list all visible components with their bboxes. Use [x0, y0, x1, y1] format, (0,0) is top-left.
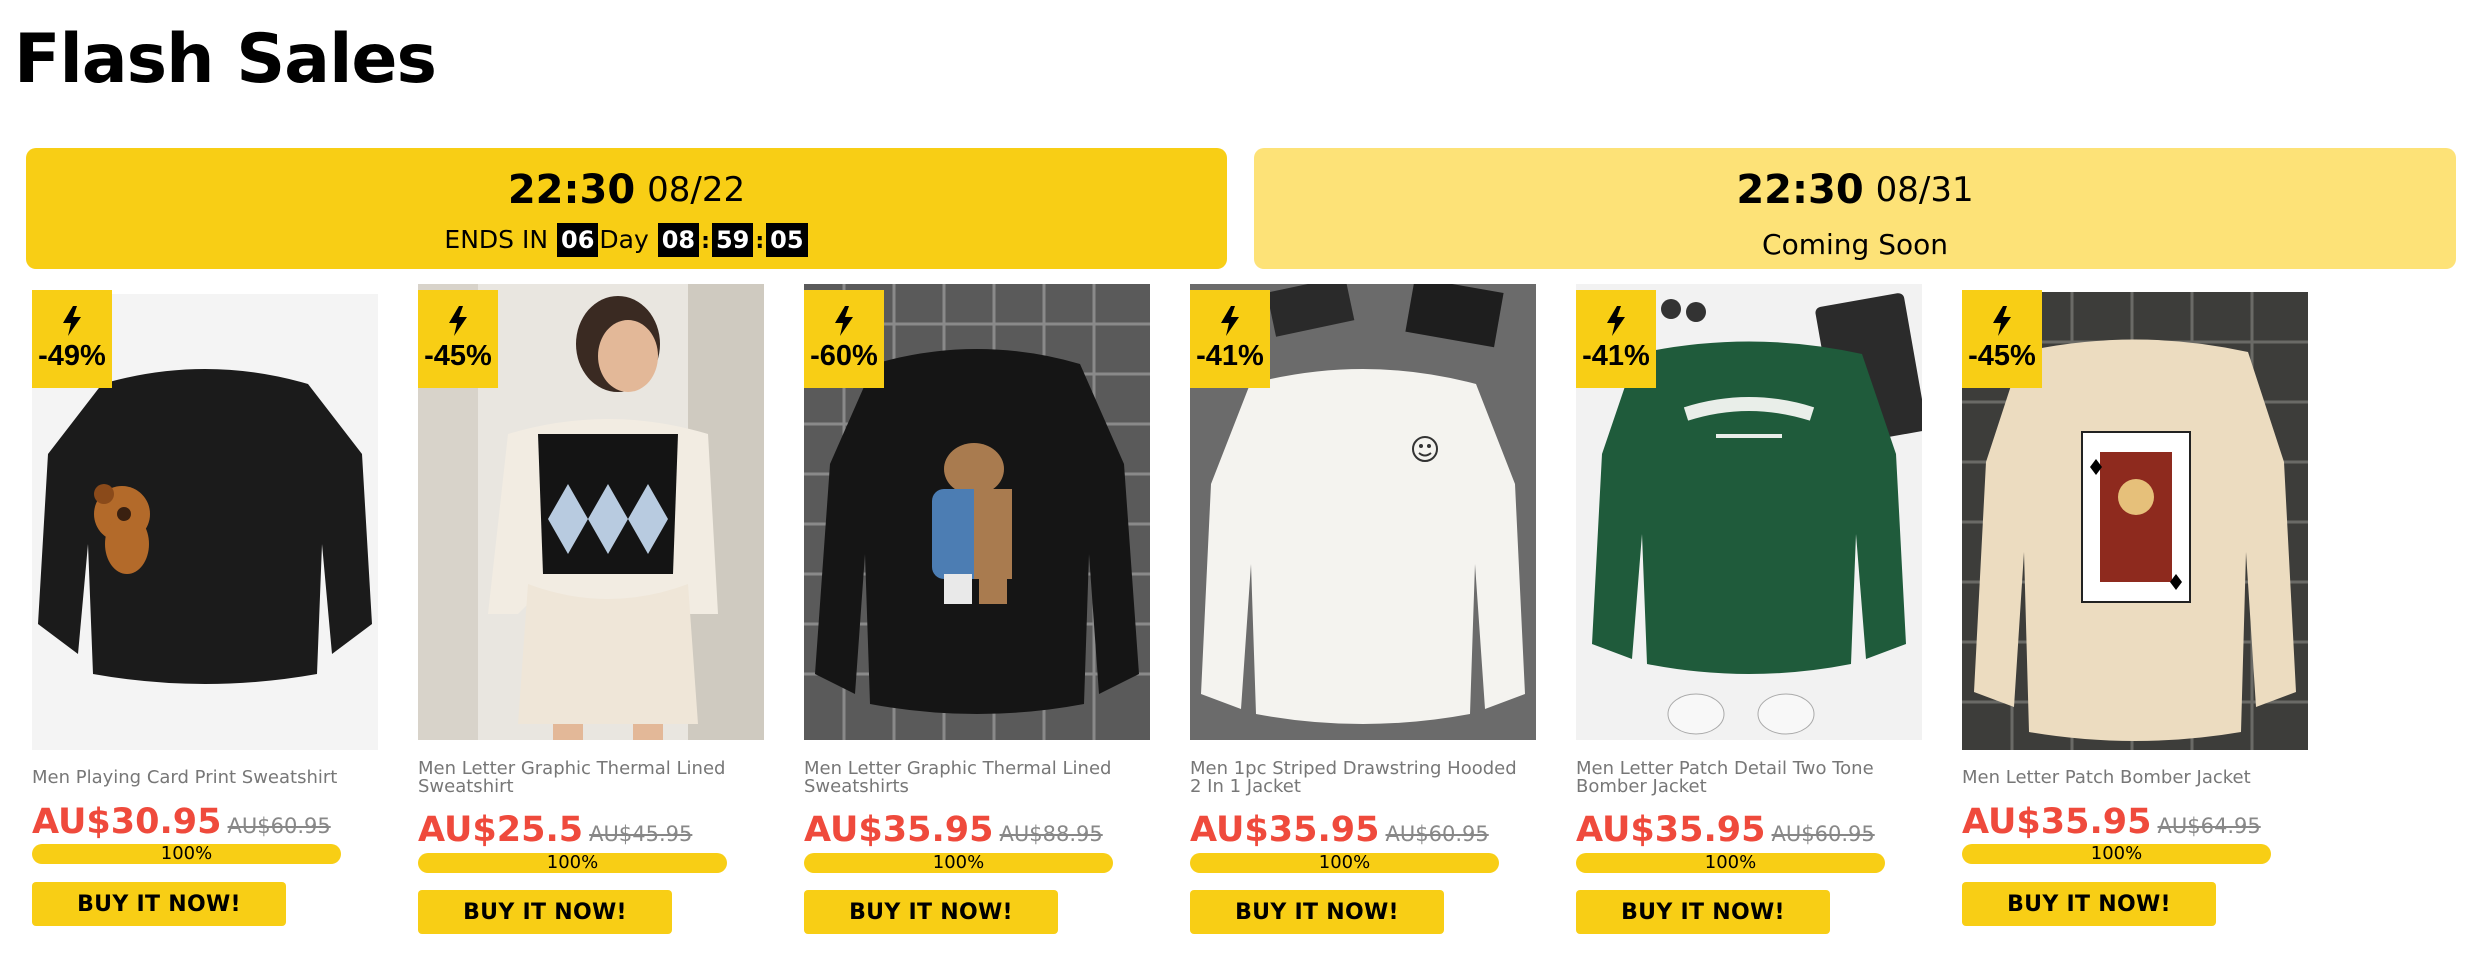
discount-percent: -41% [1582, 340, 1650, 372]
product-title[interactable]: Men Letter Patch Bomber Jacket [1962, 769, 2292, 787]
discount-percent: -41% [1196, 340, 1264, 372]
sold-progress-bar: 100% [1962, 844, 2271, 864]
flash-session-active[interactable]: 22:30 08/22 ENDS IN 06 Day 08:59:05 [26, 148, 1227, 269]
sold-progress-bar: 100% [804, 853, 1113, 873]
countdown-days: 06 [557, 223, 599, 257]
lightning-icon [449, 306, 467, 336]
buy-now-button[interactable]: BUY IT NOW! [32, 882, 286, 926]
day-label: Day [599, 225, 649, 254]
sale-price: AU$35.95 [1962, 802, 2152, 842]
discount-badge: -45% [1962, 290, 2042, 388]
product-price: AU$30.95 AU$60.95 [32, 802, 331, 842]
original-price: AU$64.95 [2157, 814, 2261, 838]
discount-badge: -45% [418, 290, 498, 388]
sale-price: AU$35.95 [1190, 810, 1380, 850]
sold-progress-bar: 100% [1576, 853, 1885, 873]
session-status: Coming Soon [1762, 228, 1948, 261]
discount-percent: -60% [810, 340, 878, 372]
lightning-icon [1607, 306, 1625, 336]
sale-price: AU$35.95 [804, 810, 994, 850]
lightning-icon [63, 306, 81, 336]
product-title[interactable]: Men Playing Card Print Sweatshirt [32, 769, 362, 787]
discount-percent: -45% [1968, 340, 2036, 372]
discount-badge: -41% [1576, 290, 1656, 388]
discount-badge: -41% [1190, 290, 1270, 388]
buy-now-button[interactable]: BUY IT NOW! [1576, 890, 1830, 934]
original-price: AU$60.95 [227, 814, 331, 838]
sale-price: AU$25.5 [418, 810, 584, 850]
sold-progress-bar: 100% [1190, 853, 1499, 873]
buy-now-button[interactable]: BUY IT NOW! [1962, 882, 2216, 926]
session-date: 08/22 [647, 170, 746, 210]
sold-progress-bar: 100% [418, 853, 727, 873]
product-price: AU$35.95 AU$64.95 [1962, 802, 2261, 842]
flash-session-upcoming[interactable]: 22:30 08/31 Coming Soon [1254, 148, 2456, 269]
sale-price: AU$30.95 [32, 802, 222, 842]
session-time: 22:30 [507, 167, 636, 213]
page-title: Flash Sales [14, 20, 437, 99]
session-date: 08/31 [1875, 170, 1974, 210]
buy-now-button[interactable]: BUY IT NOW! [1190, 890, 1444, 934]
lightning-icon [1221, 306, 1239, 336]
sold-progress-bar: 100% [32, 844, 341, 864]
original-price: AU$45.95 [589, 822, 693, 846]
session-time: 22:30 [1736, 167, 1864, 213]
original-price: AU$60.95 [1771, 822, 1875, 846]
discount-percent: -45% [424, 340, 492, 372]
product-price: AU$35.95 AU$60.95 [1190, 810, 1489, 850]
lightning-icon [1993, 306, 2011, 336]
product-price: AU$25.5 AU$45.95 [418, 810, 692, 850]
product-title[interactable]: Men Letter Patch Detail Two Tone Bomber … [1576, 760, 1906, 796]
product-price: AU$35.95 AU$60.95 [1576, 810, 1875, 850]
discount-badge: -60% [804, 290, 884, 388]
countdown-seconds: 05 [766, 223, 808, 257]
product-price: AU$35.95 AU$88.95 [804, 810, 1103, 850]
buy-now-button[interactable]: BUY IT NOW! [804, 890, 1058, 934]
product-title[interactable]: Men 1pc Striped Drawstring Hooded 2 In 1… [1190, 760, 1520, 796]
countdown-minutes: 59 [711, 223, 754, 257]
ends-in-label: ENDS IN [444, 225, 549, 254]
discount-percent: -49% [38, 340, 106, 372]
countdown-hours: 08 [657, 223, 700, 257]
original-price: AU$88.95 [999, 822, 1103, 846]
countdown-separator: : [701, 229, 710, 254]
countdown-separator: : [755, 229, 765, 254]
product-title[interactable]: Men Letter Graphic Thermal Lined Sweatsh… [418, 760, 748, 796]
countdown: ENDS IN 06 Day 08:59:05 [26, 222, 1227, 260]
original-price: AU$60.95 [1385, 822, 1489, 846]
discount-badge: -49% [32, 290, 112, 388]
product-title[interactable]: Men Letter Graphic Thermal Lined Sweatsh… [804, 760, 1134, 796]
buy-now-button[interactable]: BUY IT NOW! [418, 890, 672, 934]
sale-price: AU$35.95 [1576, 810, 1766, 850]
lightning-icon [835, 306, 853, 336]
